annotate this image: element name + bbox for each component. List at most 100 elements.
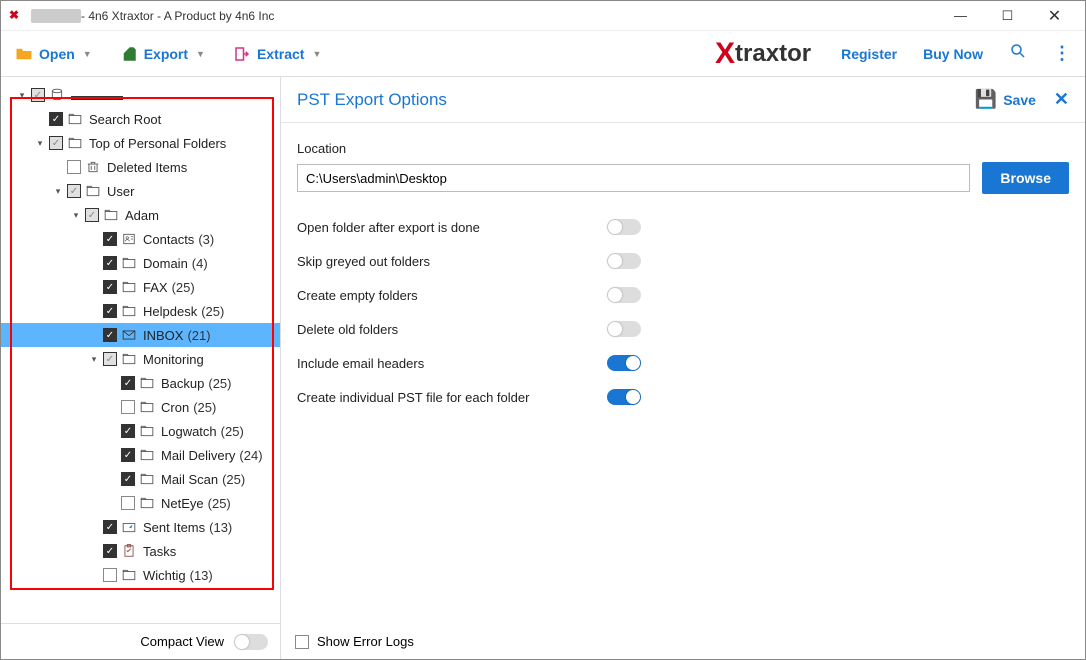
tree-label: Top of Personal Folders bbox=[89, 136, 226, 151]
option-toggle-4[interactable] bbox=[607, 355, 641, 371]
extract-icon bbox=[233, 45, 251, 63]
search-icon[interactable] bbox=[1009, 42, 1027, 65]
tree-checkbox[interactable] bbox=[103, 568, 117, 582]
option-toggle-1[interactable] bbox=[607, 253, 641, 269]
tree-item-sent-items[interactable]: ✓Sent Items (13) bbox=[1, 515, 280, 539]
tree-checkbox[interactable]: ✓ bbox=[103, 352, 117, 366]
expand-icon[interactable]: ▾ bbox=[51, 186, 65, 197]
tree-checkbox[interactable]: ✓ bbox=[121, 376, 135, 390]
option-toggle-3[interactable] bbox=[607, 321, 641, 337]
tree-checkbox[interactable]: ✓ bbox=[121, 448, 135, 462]
tree-item-logwatch[interactable]: ✓Logwatch (25) bbox=[1, 419, 280, 443]
tree-checkbox[interactable]: ✓ bbox=[49, 112, 63, 126]
tree-checkbox[interactable]: ✓ bbox=[31, 88, 45, 102]
export-options-panel: PST Export Options 💾Save ✕ Location Brow… bbox=[281, 77, 1085, 659]
tree-item-wichtig[interactable]: Wichtig (13) bbox=[1, 563, 280, 587]
tree-item-mail-delivery[interactable]: ✓Mail Delivery (24) bbox=[1, 443, 280, 467]
tree-label: Search Root bbox=[89, 112, 161, 127]
buy-now-link[interactable]: Buy Now bbox=[923, 46, 983, 62]
tree-item-helpdesk[interactable]: ✓Helpdesk (25) bbox=[1, 299, 280, 323]
tree-checkbox[interactable]: ✓ bbox=[103, 544, 117, 558]
tree-item-deleted-items[interactable]: Deleted Items bbox=[1, 155, 280, 179]
folder-icon bbox=[67, 136, 83, 150]
option-label: Delete old folders bbox=[297, 322, 597, 337]
tree-count: (25) bbox=[193, 400, 216, 415]
option-toggle-0[interactable] bbox=[607, 219, 641, 235]
open-menu[interactable]: Open▼ bbox=[15, 45, 92, 63]
tree-item-fax[interactable]: ✓FAX (25) bbox=[1, 275, 280, 299]
tree-label: Contacts bbox=[143, 232, 194, 247]
tree-checkbox[interactable]: ✓ bbox=[49, 136, 63, 150]
tree-checkbox[interactable] bbox=[67, 160, 81, 174]
tree-count: (13) bbox=[209, 520, 232, 535]
location-input[interactable] bbox=[297, 164, 970, 192]
register-link[interactable]: Register bbox=[841, 46, 897, 62]
tree-label: Helpdesk bbox=[143, 304, 197, 319]
tree-checkbox[interactable]: ✓ bbox=[121, 472, 135, 486]
tree-item-backup[interactable]: ✓Backup (25) bbox=[1, 371, 280, 395]
tree-count: (3) bbox=[198, 232, 214, 247]
close-panel-button[interactable]: ✕ bbox=[1054, 89, 1069, 110]
folder-icon bbox=[139, 496, 155, 510]
extract-menu[interactable]: Extract▼ bbox=[233, 45, 321, 63]
compact-view-toggle[interactable] bbox=[234, 634, 268, 650]
tree-checkbox[interactable]: ✓ bbox=[85, 208, 99, 222]
tree-checkbox[interactable]: ✓ bbox=[67, 184, 81, 198]
tree-label: NetEye bbox=[161, 496, 204, 511]
folder-tree-sidebar: ▾✓▬▬▬▬✓Search Root▾✓Top of Personal Fold… bbox=[1, 77, 281, 659]
tree-item-top-of-personal-folders[interactable]: ▾✓ Top of Personal Folders bbox=[1, 131, 280, 155]
folder-icon bbox=[67, 112, 83, 126]
tree-item-tasks[interactable]: ✓Tasks bbox=[1, 539, 280, 563]
tree-item-neteye[interactable]: NetEye (25) bbox=[1, 491, 280, 515]
tree-item-user[interactable]: ▾✓ User bbox=[1, 179, 280, 203]
tree-item--[interactable]: ▾✓▬▬▬▬ bbox=[1, 83, 280, 107]
tree-checkbox[interactable]: ✓ bbox=[103, 328, 117, 342]
option-toggle-2[interactable] bbox=[607, 287, 641, 303]
expand-icon[interactable]: ▾ bbox=[33, 138, 47, 149]
panel-title: PST Export Options bbox=[297, 90, 447, 110]
tree-label: Wichtig bbox=[143, 568, 186, 583]
more-icon[interactable]: ⋮ bbox=[1053, 43, 1071, 64]
tree-checkbox[interactable]: ✓ bbox=[103, 256, 117, 270]
tree-checkbox[interactable]: ✓ bbox=[103, 280, 117, 294]
close-window-button[interactable]: ✕ bbox=[1032, 2, 1077, 30]
location-label: Location bbox=[297, 141, 1069, 156]
tree-count: (25) bbox=[208, 496, 231, 511]
option-label: Create individual PST file for each fold… bbox=[297, 390, 597, 405]
tree-item-cron[interactable]: Cron (25) bbox=[1, 395, 280, 419]
tree-checkbox[interactable] bbox=[121, 496, 135, 510]
tree-item-inbox[interactable]: ✓INBOX (21) bbox=[1, 323, 280, 347]
expand-icon[interactable]: ▾ bbox=[15, 90, 29, 101]
main-toolbar: Open▼ Export▼ Extract▼ Xtraxtor Register… bbox=[1, 31, 1085, 77]
tree-item-adam[interactable]: ▾✓ Adam bbox=[1, 203, 280, 227]
error-logs-checkbox[interactable] bbox=[295, 635, 309, 649]
maximize-button[interactable]: ☐ bbox=[985, 2, 1030, 30]
save-button[interactable]: 💾Save bbox=[975, 89, 1036, 110]
tree-checkbox[interactable]: ✓ bbox=[103, 304, 117, 318]
expand-icon[interactable]: ▾ bbox=[69, 210, 83, 221]
tree-item-mail-scan[interactable]: ✓Mail Scan (25) bbox=[1, 467, 280, 491]
option-toggle-5[interactable] bbox=[607, 389, 641, 405]
tree-label: User bbox=[107, 184, 134, 199]
tree-item-contacts[interactable]: ✓ Contacts (3) bbox=[1, 227, 280, 251]
mail-icon bbox=[121, 328, 137, 342]
tree-checkbox[interactable]: ✓ bbox=[103, 232, 117, 246]
tasks-icon bbox=[121, 544, 137, 558]
folder-icon bbox=[139, 400, 155, 414]
option-label: Include email headers bbox=[297, 356, 597, 371]
tree-item-monitoring[interactable]: ▾✓Monitoring bbox=[1, 347, 280, 371]
tree-checkbox[interactable] bbox=[121, 400, 135, 414]
show-error-logs-row[interactable]: Show Error Logs bbox=[295, 634, 414, 649]
minimize-button[interactable]: — bbox=[938, 2, 983, 30]
tree-item-search-root[interactable]: ✓ Search Root bbox=[1, 107, 280, 131]
trash-icon bbox=[85, 160, 101, 174]
tree-checkbox[interactable]: ✓ bbox=[121, 424, 135, 438]
browse-button[interactable]: Browse bbox=[982, 162, 1069, 194]
title-file-redacted: xxxxxxx bbox=[31, 9, 81, 23]
tree-label: Adam bbox=[125, 208, 159, 223]
export-menu[interactable]: Export▼ bbox=[120, 45, 205, 63]
tree-checkbox[interactable]: ✓ bbox=[103, 520, 117, 534]
save-icon: 💾 bbox=[975, 89, 997, 110]
tree-item-domain[interactable]: ✓Domain (4) bbox=[1, 251, 280, 275]
expand-icon[interactable]: ▾ bbox=[87, 354, 101, 365]
